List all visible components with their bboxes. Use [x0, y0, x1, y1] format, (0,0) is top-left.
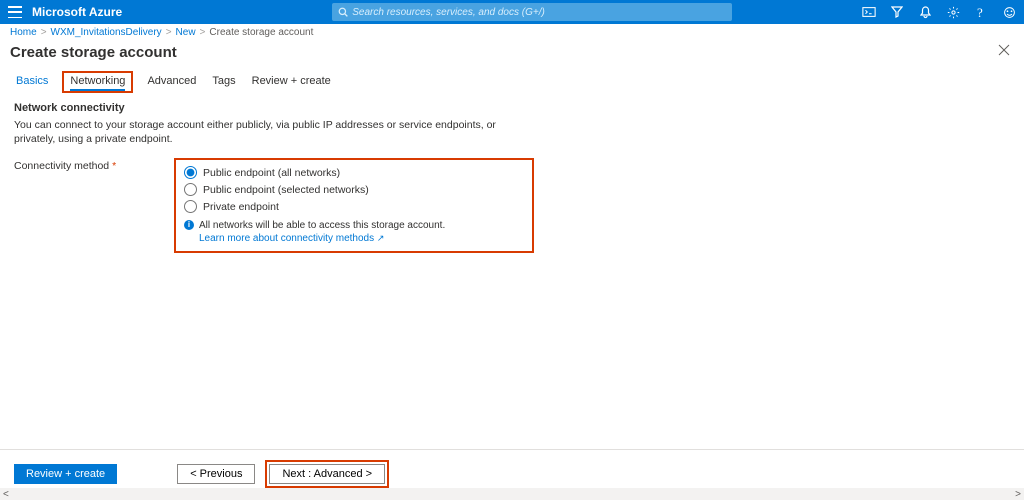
connectivity-label: Connectivity method * [14, 158, 174, 253]
breadcrumb-sep: > [166, 27, 172, 38]
learn-more-label: Learn more about connectivity methods [199, 233, 374, 244]
connectivity-label-text: Connectivity method [14, 160, 109, 172]
tab-review[interactable]: Review + create [250, 71, 333, 93]
settings-icon[interactable] [946, 5, 960, 19]
info-text: All networks will be able to access this… [199, 219, 445, 245]
external-link-icon: ↗ [377, 233, 385, 243]
previous-button[interactable]: < Previous [177, 464, 255, 484]
tab-networking[interactable]: Networking [62, 71, 133, 93]
learn-more-link[interactable]: Learn more about connectivity methods ↗ [199, 233, 384, 244]
notifications-icon[interactable] [918, 5, 932, 19]
help-icon[interactable]: ? [974, 5, 988, 19]
search-input[interactable] [352, 7, 726, 18]
global-header: Microsoft Azure ? [0, 0, 1024, 24]
breadcrumb: Home > WXM_InvitationsDelivery > New > C… [0, 24, 1024, 40]
directory-filter-icon[interactable] [890, 5, 904, 19]
nav-button-group: < Previous Next : Advanced > [177, 460, 389, 488]
svg-text:?: ? [977, 6, 983, 19]
brand-label: Microsoft Azure [32, 5, 122, 19]
breadcrumb-home[interactable]: Home [10, 27, 37, 38]
radio-public-selected-input[interactable] [184, 183, 197, 196]
radio-public-all[interactable]: Public endpoint (all networks) [184, 164, 524, 181]
radio-public-selected[interactable]: Public endpoint (selected networks) [184, 181, 524, 198]
radio-private-label: Private endpoint [203, 201, 279, 213]
breadcrumb-sep: > [200, 27, 206, 38]
connectivity-options-highlight: Public endpoint (all networks) Public en… [174, 158, 534, 253]
menu-icon[interactable] [8, 6, 22, 18]
scroll-right-arrow[interactable]: > [1015, 489, 1021, 500]
page-title: Create storage account [10, 44, 1014, 61]
breadcrumb-current: Create storage account [209, 27, 313, 38]
search-icon [338, 7, 348, 17]
info-icon: i [184, 220, 194, 230]
header-actions: ? [862, 5, 1016, 19]
horizontal-scrollbar[interactable]: < > [0, 488, 1024, 500]
radio-private-input[interactable] [184, 200, 197, 213]
feedback-icon[interactable] [1002, 5, 1016, 19]
connectivity-row: Connectivity method * Public endpoint (a… [14, 158, 1010, 253]
tab-tags[interactable]: Tags [210, 71, 237, 93]
section-title: Network connectivity [14, 102, 1010, 114]
breadcrumb-sep: > [41, 27, 47, 38]
blade-header: Create storage account [0, 40, 1024, 71]
connectivity-info: i All networks will be able to access th… [184, 219, 524, 245]
close-icon[interactable] [998, 44, 1010, 59]
cloud-shell-icon[interactable] [862, 5, 876, 19]
global-search[interactable] [332, 3, 732, 21]
scroll-left-arrow[interactable]: < [3, 489, 9, 500]
wizard-tabs: Basics Networking Advanced Tags Review +… [0, 71, 1024, 94]
radio-public-selected-label: Public endpoint (selected networks) [203, 184, 369, 196]
tab-basics[interactable]: Basics [14, 71, 50, 93]
main-content: Network connectivity You can connect to … [0, 94, 1024, 434]
review-create-button[interactable]: Review + create [14, 464, 117, 484]
tab-advanced[interactable]: Advanced [145, 71, 198, 93]
breadcrumb-rg[interactable]: WXM_InvitationsDelivery [51, 27, 162, 38]
section-description: You can connect to your storage account … [14, 118, 534, 146]
wizard-footer: Review + create < Previous Next : Advanc… [0, 449, 1024, 488]
next-button-highlight: Next : Advanced > [265, 460, 389, 488]
next-button[interactable]: Next : Advanced > [269, 464, 385, 484]
radio-public-all-label: Public endpoint (all networks) [203, 167, 340, 179]
tab-networking-label: Networking [70, 75, 125, 91]
required-star: * [112, 160, 116, 172]
breadcrumb-new[interactable]: New [176, 27, 196, 38]
radio-private[interactable]: Private endpoint [184, 198, 524, 215]
radio-public-all-input[interactable] [184, 166, 197, 179]
info-text-line: All networks will be able to access this… [199, 220, 445, 231]
